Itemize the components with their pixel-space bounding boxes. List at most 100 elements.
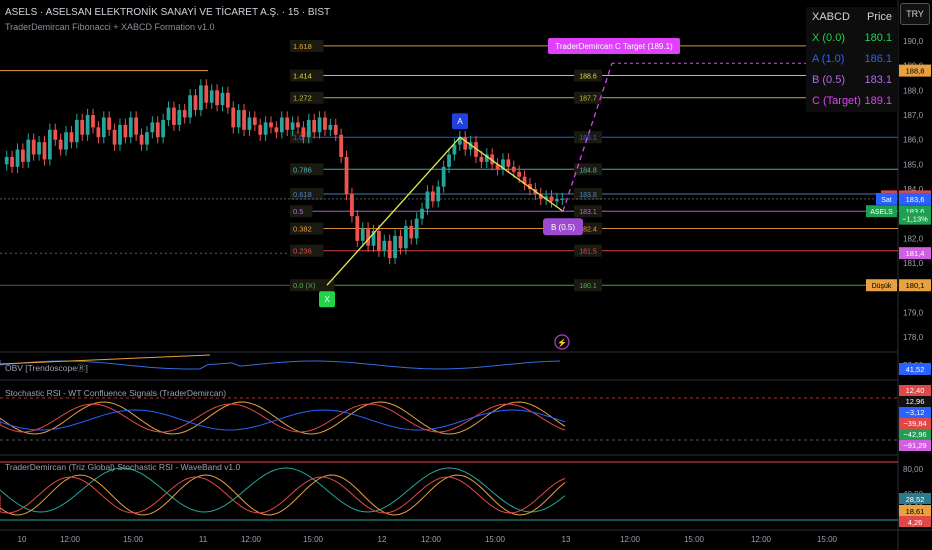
xabcd-row-x: X (0.0) 180.1 [806, 28, 898, 49]
fib-price-label: 187.7 [579, 96, 597, 103]
candle [193, 95, 198, 111]
candle [274, 127, 279, 133]
fib-ratio-label: 0.5 [293, 207, 303, 216]
candle [452, 144, 457, 155]
panel-label-obv[interactable]: OBV [TrendoscopeⓇ] [5, 362, 88, 374]
time-tick: 12:00 [620, 535, 641, 544]
price-tick: 187,0 [903, 111, 924, 120]
candle [269, 122, 273, 128]
currency-button[interactable]: TRY [900, 3, 930, 25]
price-badge-text: 188,8 [906, 67, 925, 76]
candle [252, 117, 257, 125]
waveband-badge-text: 18,61 [906, 507, 925, 516]
candle [15, 149, 20, 167]
waveband-line [0, 467, 566, 513]
candle [290, 122, 295, 130]
candle [387, 240, 392, 259]
ab-leg [459, 136, 564, 212]
fib-price-label: 181.5 [579, 249, 597, 256]
candle [506, 159, 511, 167]
price-tick: 178,0 [903, 333, 924, 342]
fib-price-label: 183.1 [579, 209, 597, 216]
time-tick: 13 [562, 535, 571, 544]
candle [31, 139, 36, 155]
candle [430, 191, 435, 202]
candle [258, 124, 263, 135]
side-label: Sat [881, 197, 892, 204]
point-a-label: A [457, 117, 463, 126]
time-tick: 11 [199, 535, 208, 544]
candle [279, 117, 284, 133]
candle [333, 124, 338, 135]
candle [344, 156, 349, 194]
waveband-badge-text: 28,52 [906, 495, 925, 504]
fib-ratio-label: 0.0 (X) [293, 281, 316, 290]
xabcd-header-label: XABCD [812, 11, 850, 23]
candle [112, 129, 117, 145]
xabcd-row-label: A (1.0) [812, 53, 845, 65]
fib-ratio-label: 1.414 [293, 72, 312, 81]
xabcd-table-header: XABCD Price [806, 7, 898, 28]
price-badge-text: 180,1 [906, 281, 925, 290]
candle [479, 156, 484, 162]
time-tick: 15:00 [303, 535, 324, 544]
candle [64, 132, 68, 150]
xabcd-row-value: 189.1 [864, 95, 892, 107]
waveband-tick: 80,00 [903, 465, 924, 474]
price-badge-text: 181,4 [906, 249, 925, 258]
xabcd-row-label: C (Target) [812, 95, 861, 107]
xabcd-header-price: Price [866, 11, 892, 23]
candle [263, 122, 268, 135]
candle [215, 90, 219, 106]
candle [155, 122, 160, 138]
xabcd-row-value: 186.1 [864, 53, 892, 65]
candle [10, 156, 14, 167]
candle [74, 119, 79, 143]
stoch-badge-text: −42,96 [903, 430, 926, 439]
xabcd-row-value: 183.1 [864, 74, 892, 86]
price-tick: 179,0 [903, 308, 924, 317]
point-x-label: X [324, 295, 330, 304]
candle [123, 124, 128, 138]
stoch-badge-text: −91,29 [903, 441, 926, 450]
candle [285, 117, 290, 130]
fib-price-label: 180.1 [579, 283, 597, 290]
time-tick: 15:00 [817, 535, 838, 544]
target-label: TraderDemircan C Target (189.1) [555, 42, 673, 51]
fib-ratio-label: 0.382 [293, 224, 312, 233]
fib-price-label: 183.8 [579, 192, 597, 199]
time-tick: 12:00 [241, 535, 262, 544]
candle [236, 110, 241, 128]
xabcd-row-label: B (0.5) [812, 74, 846, 86]
candle [555, 198, 559, 202]
candle [37, 142, 41, 155]
candle [145, 132, 149, 145]
bolt-icon: ⚡ [557, 338, 567, 348]
candle [80, 119, 85, 135]
panel-label-stochrsi[interactable]: Stochastic RSI - WT Confluence Signals (… [5, 388, 226, 398]
candle [20, 149, 25, 162]
price-badge-text: 183,6 [906, 195, 925, 204]
candle [96, 127, 101, 138]
candle [441, 166, 446, 187]
fib-ratio-label: 1.618 [293, 42, 312, 51]
price-tick: 181,0 [903, 259, 924, 268]
stoch-badge-text: −3,12 [906, 408, 925, 417]
fib-price-label: 188.6 [579, 74, 597, 81]
candle [177, 110, 182, 125]
candle [209, 90, 214, 103]
candle [360, 228, 365, 241]
time-tick: 12 [378, 535, 387, 544]
candle [47, 129, 52, 160]
xabcd-row-value: 180.1 [864, 32, 892, 44]
candle [403, 226, 408, 249]
candle [199, 85, 203, 111]
indicator-title[interactable]: TraderDemircan Fibonacci + XABCD Formati… [5, 22, 215, 32]
xabcd-row-label: X (0.0) [812, 32, 846, 44]
candle [58, 139, 63, 150]
xabcd-table: XABCD Price X (0.0) 180.1 A (1.0) 186.1 … [806, 7, 898, 112]
panel-label-waveband[interactable]: TraderDemircan (Triz Global) Stochastic … [5, 462, 240, 472]
candle [409, 226, 414, 239]
fib-price-label: 186.1 [579, 135, 597, 142]
candle [85, 115, 90, 135]
